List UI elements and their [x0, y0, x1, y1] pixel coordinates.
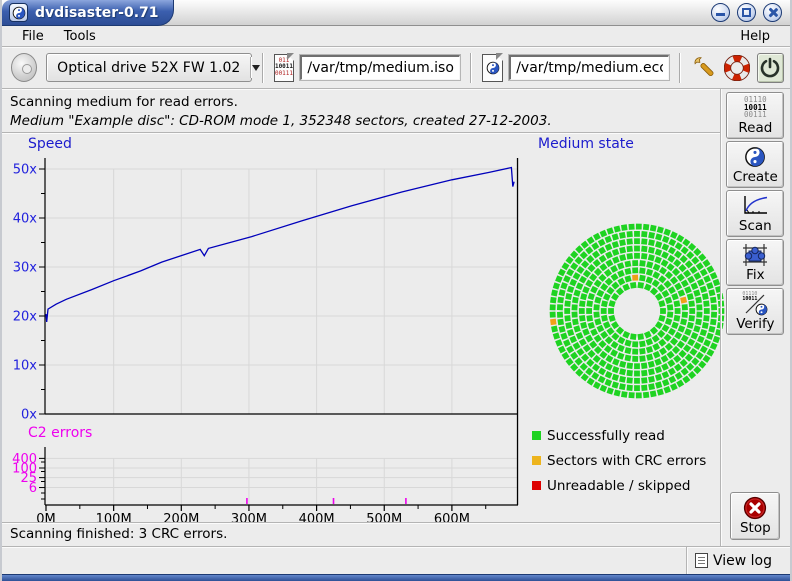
combo-arrow-button[interactable]: [252, 65, 260, 71]
yinyang-icon: [755, 303, 768, 316]
ecc-file-icon: [482, 54, 503, 82]
drive-selector[interactable]: Optical drive 52X FW 1.02: [46, 53, 251, 82]
legend-label: Successfully read: [547, 428, 665, 444]
speed-chart-label: Speed: [28, 136, 72, 152]
legend-item: Unreadable / skipped: [532, 473, 706, 498]
read-button[interactable]: 011101001100111 Read: [726, 92, 784, 139]
fix-button[interactable]: Fix: [726, 239, 784, 286]
legend-label: Unreadable / skipped: [547, 478, 690, 494]
verify-button-label: Verify: [736, 316, 774, 332]
legend-item: Successfully read: [532, 423, 706, 448]
verify-compare-icon: 0111010011: [742, 292, 768, 316]
lifesaver-icon: [724, 55, 750, 81]
toolbar-separator: [470, 53, 472, 83]
operation-title: Scanning medium for read errors.: [10, 93, 720, 112]
svg-text:0x: 0x: [21, 408, 37, 423]
svg-text:30x: 30x: [13, 261, 38, 276]
view-log-label: View log: [713, 553, 772, 569]
iso-path-input[interactable]: [300, 55, 460, 80]
toolbar-separator: [679, 53, 681, 83]
yinyang-icon: [744, 146, 766, 168]
help-lifesaver-button[interactable]: [724, 53, 751, 83]
maximize-button[interactable]: [737, 3, 756, 22]
window-title: dvdisaster-0.71: [35, 5, 159, 21]
menu-tools[interactable]: Tools: [54, 28, 106, 45]
red-swatch-icon: [532, 481, 541, 490]
c2-chart-label: C2 errors: [28, 425, 92, 441]
legend-item: Sectors with CRC errors: [532, 448, 706, 473]
minimize-icon: [716, 13, 725, 16]
toolbar: Optical drive 52X FW 1.02 011 10011 0011…: [2, 47, 790, 89]
svg-text:50x: 50x: [13, 163, 38, 178]
menubar: File Tools Help: [2, 26, 790, 47]
scan-button[interactable]: Scan: [726, 190, 784, 237]
toolbar-separator: [262, 53, 264, 83]
operation-header: Scanning medium for read errors. Medium …: [2, 89, 720, 133]
verify-button[interactable]: 0111010011 Verify: [726, 288, 784, 335]
medium-info: Medium "Example disc": CD-ROM mode 1, 35…: [10, 112, 720, 131]
close-button[interactable]: [763, 3, 782, 22]
medium-state-disc: [544, 218, 730, 404]
read-button-label: Read: [738, 120, 772, 136]
maximize-icon: [742, 8, 751, 17]
svg-text:20x: 20x: [13, 310, 38, 325]
svg-text:400M: 400M: [299, 512, 335, 522]
svg-text:40x: 40x: [13, 212, 38, 227]
window-bottom-frame: [2, 574, 790, 581]
preferences-wrench-button[interactable]: [691, 53, 718, 83]
yinyang-icon: [486, 61, 500, 75]
power-icon: [759, 57, 781, 79]
app-logo: [9, 3, 28, 22]
create-button-label: Create: [733, 169, 778, 185]
svg-text:6: 6: [29, 481, 37, 496]
scan-curve-icon: [741, 194, 769, 217]
stop-icon: [743, 496, 767, 520]
quit-power-button[interactable]: [757, 53, 784, 83]
log-document-icon: [695, 553, 708, 568]
iso-file-icon: 011 10011 00111: [274, 54, 295, 82]
action-sidebar: 011101001100111 Read Create: [720, 89, 790, 546]
titlebar: dvdisaster-0.71: [2, 0, 790, 26]
minimize-button[interactable]: [711, 3, 730, 22]
close-icon: [767, 7, 778, 18]
menu-help[interactable]: Help: [730, 28, 780, 45]
drive-selector-value: Optical drive 52X FW 1.02: [47, 60, 250, 76]
titlebar-tab[interactable]: dvdisaster-0.71: [2, 0, 174, 26]
svg-text:600M: 600M: [434, 512, 470, 522]
chevron-down-icon: [252, 65, 260, 71]
app-window: dvdisaster-0.71 File Tools Help Optical …: [0, 0, 792, 581]
yinyang-icon: [12, 6, 26, 20]
svg-text:200M: 200M: [163, 512, 199, 522]
binary-read-icon: 011101001100111: [744, 96, 767, 120]
puzzle-piece-icon: [742, 243, 768, 267]
stop-button-label: Stop: [740, 520, 771, 536]
svg-text:0M: 0M: [36, 512, 56, 522]
ecc-path-input[interactable]: [509, 55, 669, 80]
create-button[interactable]: Create: [726, 141, 784, 188]
amber-swatch-icon: [532, 456, 541, 465]
wrench-icon: [692, 55, 718, 81]
svg-text:10x: 10x: [13, 359, 38, 374]
statusbar: View log: [2, 546, 790, 574]
optical-drive-icon: [11, 53, 37, 82]
chart-area: 0x10x20x30x40x50x4001002560M100M200M300M…: [2, 133, 720, 522]
scan-button-label: Scan: [739, 218, 772, 234]
svg-text:100M: 100M: [96, 512, 132, 522]
legend-label: Sectors with CRC errors: [547, 453, 706, 469]
scan-result-status: Scanning finished: 3 CRC errors.: [2, 522, 720, 546]
menu-file[interactable]: File: [12, 28, 54, 45]
view-log-button[interactable]: View log: [686, 547, 782, 574]
svg-text:300M: 300M: [231, 512, 267, 522]
medium-state-legend: Successfully read Sectors with CRC error…: [532, 423, 706, 498]
fix-button-label: Fix: [746, 267, 765, 283]
stop-button[interactable]: Stop: [730, 492, 780, 540]
medium-state-label: Medium state: [538, 136, 634, 152]
green-swatch-icon: [532, 431, 541, 440]
svg-text:500M: 500M: [366, 512, 402, 522]
